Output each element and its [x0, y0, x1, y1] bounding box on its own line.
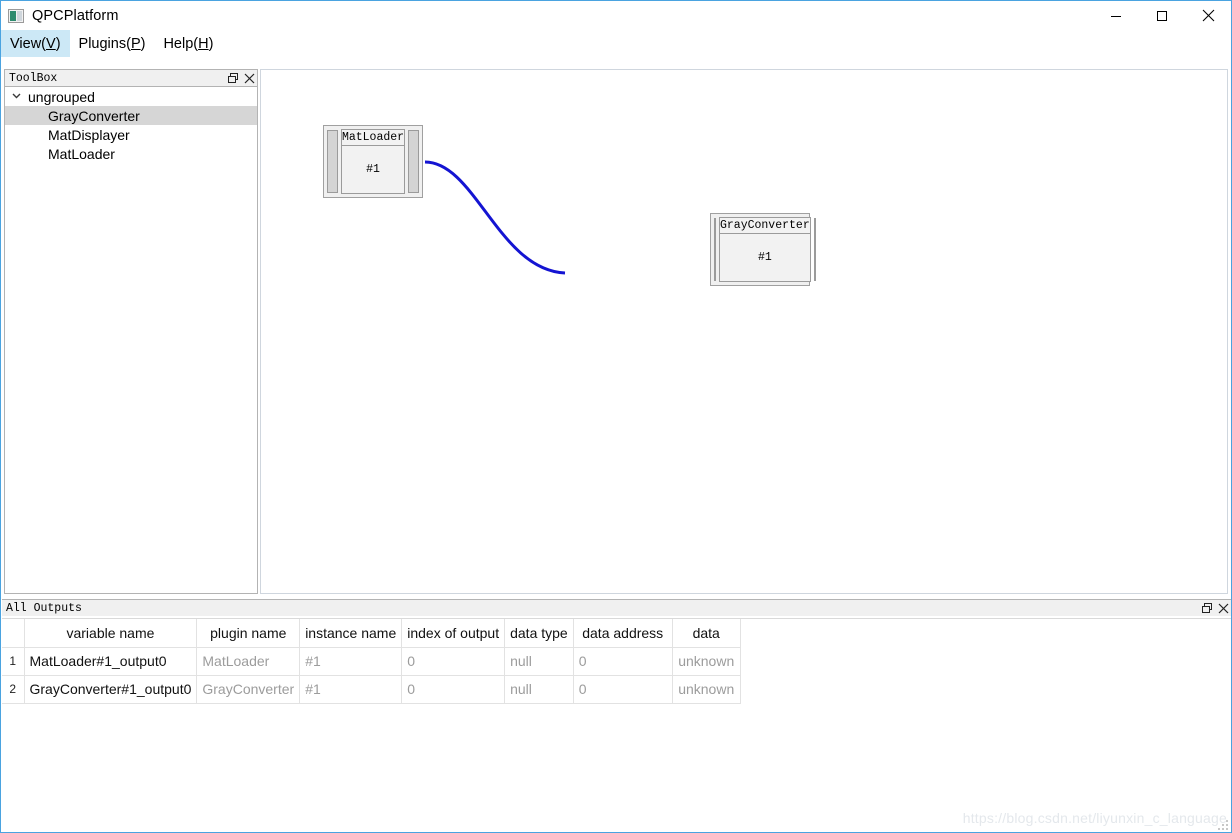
menu-mnemonic-view: (V) — [41, 35, 61, 52]
toolbox-tree[interactable]: ungrouped GrayConverter MatDisplayer Mat… — [4, 86, 258, 594]
close-icon[interactable] — [241, 71, 257, 86]
graph-canvas[interactable]: MatLoader #1 GrayConverter #1 — [260, 69, 1228, 594]
column-header-data-address[interactable]: data address — [572, 619, 673, 648]
row-number: 2 — [2, 674, 25, 704]
watermark-text: https://blog.csdn.net/liyunxin_c_languag… — [962, 810, 1227, 826]
all-outputs-title: All Outputs — [6, 601, 82, 615]
cell-plugin-name[interactable]: MatLoader — [196, 646, 301, 676]
node-instance-label: #1 — [719, 234, 811, 282]
table-header-row: variable name plugin name instance name … — [2, 619, 741, 648]
column-header-instance-name[interactable]: instance name — [299, 619, 403, 648]
toolbox-panel: ToolBox ungrouped GrayConverter MatDispl… — [4, 69, 258, 594]
output-port[interactable] — [813, 218, 816, 281]
cell-index-of-output[interactable]: 0 — [401, 646, 506, 676]
node-center: MatLoader #1 — [340, 129, 406, 194]
cell-data[interactable]: unknown — [671, 674, 741, 704]
column-header-index-of-output[interactable]: index of output — [401, 619, 506, 648]
application-window: QPCPlatform View (V) Plugins (P) Help (H) T… — [0, 0, 1232, 833]
menu-label-help: Help — [163, 35, 194, 52]
tree-item-label: GrayConverter — [48, 107, 140, 124]
graph-node-grayconverter[interactable]: GrayConverter #1 — [710, 213, 816, 286]
node-title: MatLoader — [340, 129, 406, 146]
input-port[interactable] — [327, 130, 338, 193]
sidebar-item-matdisplayer[interactable]: MatDisplayer — [5, 125, 257, 144]
menu-label-plugins: Plugins — [78, 35, 127, 52]
cell-plugin-name[interactable]: GrayConverter — [196, 674, 301, 704]
float-icon[interactable] — [225, 71, 241, 86]
input-port[interactable] — [714, 218, 716, 281]
node-instance-label: #1 — [340, 146, 406, 194]
toolbox-header: ToolBox — [4, 69, 258, 86]
cell-data-type[interactable]: null — [504, 646, 574, 676]
tree-item-label: MatDisplayer — [48, 126, 130, 143]
tree-group-ungrouped[interactable]: ungrouped — [5, 87, 257, 106]
tree-group-label: ungrouped — [28, 88, 95, 105]
menu-mnemonic-help: (H) — [193, 35, 214, 52]
cell-instance-name[interactable]: #1 — [299, 674, 403, 704]
tree-item-label: MatLoader — [48, 145, 115, 162]
menu-bar: View (V) Plugins (P) Help (H) — [1, 30, 1231, 57]
resize-grip[interactable] — [1216, 818, 1228, 830]
chevron-down-icon[interactable] — [11, 90, 25, 104]
all-outputs-table: variable name plugin name instance name … — [2, 619, 741, 704]
title-bar: QPCPlatform — [1, 1, 1231, 30]
node-title: GrayConverter — [719, 217, 811, 234]
minimize-button[interactable] — [1093, 1, 1139, 30]
column-header-plugin-name[interactable]: plugin name — [196, 619, 301, 648]
all-outputs-header: All Outputs — [2, 599, 1231, 616]
maximize-button[interactable] — [1139, 1, 1185, 30]
all-outputs-table-wrap[interactable]: variable name plugin name instance name … — [2, 618, 1231, 812]
table-corner-header — [2, 619, 25, 648]
column-header-data[interactable]: data — [671, 619, 741, 648]
menu-item-plugins[interactable]: Plugins (P) — [70, 30, 155, 57]
graph-node-matloader[interactable]: MatLoader #1 — [323, 125, 423, 198]
menu-item-help[interactable]: Help (H) — [154, 30, 222, 57]
menu-item-view[interactable]: View (V) — [1, 30, 70, 57]
cell-data-type[interactable]: null — [504, 674, 574, 704]
close-icon[interactable] — [1215, 601, 1231, 616]
cell-variable-name[interactable]: MatLoader#1_output0 — [23, 646, 198, 676]
column-header-variable-name[interactable]: variable name — [23, 619, 198, 648]
cell-index-of-output[interactable]: 0 — [401, 674, 506, 704]
menu-label-view: View — [10, 35, 42, 52]
close-button[interactable] — [1185, 1, 1231, 30]
table-row[interactable]: 2 GrayConverter#1_output0 GrayConverter … — [2, 674, 741, 704]
sidebar-item-grayconverter[interactable]: GrayConverter — [5, 106, 257, 125]
column-header-data-type[interactable]: data type — [504, 619, 574, 648]
cell-data[interactable]: unknown — [671, 646, 741, 676]
all-outputs-panel: All Outputs variable name plugin name in… — [2, 599, 1231, 812]
window-title: QPCPlatform — [32, 7, 119, 24]
cell-variable-name[interactable]: GrayConverter#1_output0 — [23, 674, 198, 704]
sidebar-item-matloader[interactable]: MatLoader — [5, 144, 257, 163]
toolbox-title: ToolBox — [9, 71, 58, 85]
cell-instance-name[interactable]: #1 — [299, 646, 403, 676]
node-center: GrayConverter #1 — [719, 217, 811, 282]
row-number: 1 — [2, 646, 25, 676]
window-controls — [1093, 1, 1231, 30]
app-icon — [8, 8, 24, 23]
output-port[interactable] — [408, 130, 419, 193]
cell-data-address[interactable]: 0 — [572, 646, 673, 676]
float-icon[interactable] — [1199, 601, 1215, 616]
cell-data-address[interactable]: 0 — [572, 674, 673, 704]
menu-mnemonic-plugins: (P) — [126, 35, 146, 52]
table-row[interactable]: 1 MatLoader#1_output0 MatLoader #1 0 nul… — [2, 646, 741, 676]
